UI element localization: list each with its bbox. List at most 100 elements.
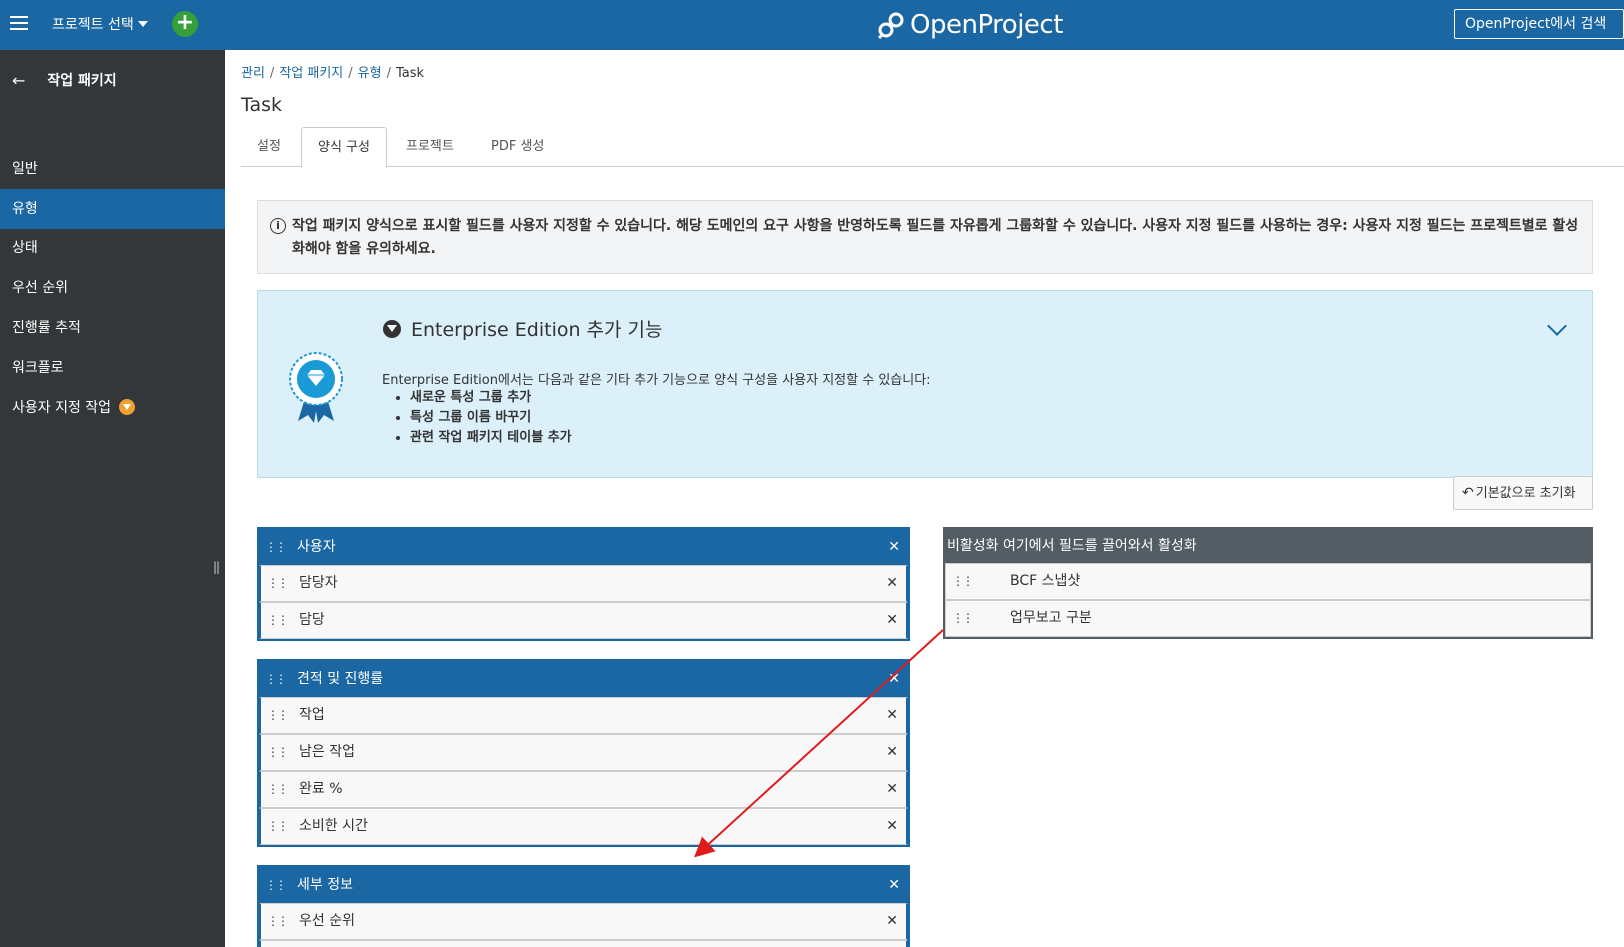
attribute-row[interactable]: ⋮⋮ 남은 작업 ✕ <box>259 734 908 771</box>
remove-attribute-icon[interactable]: ✕ <box>886 904 898 939</box>
list-item: 특성 그룹 이름 바꾸기 <box>410 408 572 428</box>
breadcrumb-link-work-packages[interactable]: 작업 패키지 <box>279 66 343 81</box>
inactive-attribute-row[interactable]: ⋮⋮ BCF 스냅샷 <box>945 563 1591 600</box>
enterprise-banner: Enterprise Edition 추가 기능 Enterprise Edit… <box>257 290 1593 478</box>
add-button[interactable]: + <box>172 11 198 37</box>
tab-projects[interactable]: 프로젝트 <box>390 127 470 167</box>
gem-icon <box>383 319 401 338</box>
reset-to-default-button[interactable]: ↶ 기본값으로 초기화 <box>1453 476 1593 510</box>
attribute-row[interactable]: ⋮⋮ 담당 ✕ <box>259 602 908 639</box>
attribute-row[interactable]: ⋮⋮ 완료 % ✕ <box>259 771 908 808</box>
reset-button-label: 기본값으로 초기화 <box>1475 486 1576 501</box>
drag-handle-icon[interactable]: ⋮⋮ <box>267 772 289 807</box>
remove-attribute-icon[interactable]: ✕ <box>886 603 898 638</box>
tab-pdf-generation[interactable]: PDF 생성 <box>475 127 560 167</box>
enterprise-badge-icon <box>119 399 136 415</box>
project-select[interactable]: 프로젝트 선택 <box>52 14 148 34</box>
page-title: Task <box>241 94 283 116</box>
breadcrumb-link-types[interactable]: 유형 <box>358 66 382 81</box>
drag-handle-icon[interactable]: ⋮⋮ <box>267 603 289 638</box>
sidebar-item-status[interactable]: 상태 <box>0 228 225 268</box>
drag-handle-icon[interactable]: ⋮⋮ <box>267 904 289 939</box>
top-bar: 프로젝트 선택 + OpenProject OpenProject에서 검색 <box>0 0 1624 50</box>
drag-handle-icon[interactable]: ⋮⋮ <box>952 601 974 636</box>
attribute-label: 완료 % <box>299 781 343 797</box>
remove-attribute-icon[interactable]: ✕ <box>886 772 898 807</box>
attribute-group-estimates[interactable]: ⋮⋮ 견적 및 진행률 ✕ ⋮⋮ 작업 ✕ ⋮⋮ 남은 작업 ✕ ⋮⋮ 완료 % ✕ ⋮⋮ 소… <box>257 659 910 847</box>
inactive-attributes-panel[interactable]: 비활성화 여기에서 필드를 끌어와서 활성화 ⋮⋮ BCF 스냅샷 ⋮⋮ 업무보고 … <box>943 527 1593 639</box>
logo-text: OpenProject <box>910 10 1063 40</box>
project-select-label: 프로젝트 선택 <box>52 17 134 33</box>
list-item: 관련 작업 패키지 테이블 추가 <box>410 428 572 448</box>
drag-handle-icon[interactable]: ⋮⋮ <box>267 698 289 733</box>
enterprise-feature-list: 새로운 특성 그룹 추가 특성 그룹 이름 바꾸기 관련 작업 패키지 테이블 … <box>410 388 572 448</box>
attribute-row[interactable]: ⋮⋮ 우선 순위 ✕ <box>259 903 908 940</box>
attribute-label: BCF 스냅샷 <box>1010 573 1081 589</box>
drag-handle-icon[interactable]: ⋮⋮ <box>265 867 287 903</box>
remove-attribute-icon[interactable]: ✕ <box>886 735 898 770</box>
sidebar-back-link[interactable]: ← 작업 패키지 <box>12 70 117 90</box>
sidebar-item-label: 사용자 지정 작업 <box>12 400 112 416</box>
sidebar-resize-handle[interactable]: || <box>213 560 220 574</box>
attribute-row[interactable]: ⋮⋮ 작업 ✕ <box>259 697 908 734</box>
global-search-button[interactable]: OpenProject에서 검색 <box>1454 9 1624 39</box>
sidebar-item-priority[interactable]: 우선 순위 <box>0 268 225 308</box>
inactive-attribute-row[interactable]: ⋮⋮ 업무보고 구분 <box>945 600 1591 637</box>
attribute-group-details[interactable]: ⋮⋮ 세부 정보 ✕ ⋮⋮ 우선 순위 ✕ <box>257 865 910 947</box>
sidebar: ← 작업 패키지 일반 유형 상태 우선 순위 진행률 추적 워크플로 사용자 … <box>0 50 225 947</box>
group-title: 견적 및 진행률 <box>297 671 384 687</box>
arrow-left-icon: ← <box>12 70 26 90</box>
info-icon: i <box>270 218 286 234</box>
sidebar-item-custom-actions[interactable]: 사용자 지정 작업 <box>0 388 225 428</box>
drag-handle-icon[interactable]: ⋮⋮ <box>267 809 289 844</box>
attribute-row[interactable]: ⋮⋮ 소비한 시간 ✕ <box>259 808 908 845</box>
attribute-row[interactable] <box>259 940 908 947</box>
attribute-label: 남은 작업 <box>299 744 355 760</box>
attribute-label: 우선 순위 <box>299 913 355 929</box>
drag-handle-icon[interactable]: ⋮⋮ <box>267 566 289 601</box>
attribute-group-people[interactable]: ⋮⋮ 사용자 ✕ ⋮⋮ 담당자 ✕ ⋮⋮ 담당 ✕ <box>257 527 910 641</box>
drag-handle-icon[interactable]: ⋮⋮ <box>267 735 289 770</box>
enterprise-title: Enterprise Edition 추가 기능 <box>383 315 663 342</box>
drag-handle-icon[interactable]: ⋮⋮ <box>265 529 287 565</box>
hamburger-menu-icon[interactable] <box>10 12 28 36</box>
attribute-label: 업무보고 구분 <box>1010 610 1092 626</box>
info-notice: i 작업 패키지 양식으로 표시할 필드를 사용자 지정할 수 있습니다. 해당… <box>257 200 1593 274</box>
caret-down-icon <box>137 21 148 27</box>
tab-bar: 설정 양식 구성 프로젝트 PDF 생성 <box>241 127 1624 168</box>
group-title: 세부 정보 <box>297 877 353 893</box>
sidebar-item-types[interactable]: 유형 <box>0 189 225 229</box>
sidebar-back-title: 작업 패키지 <box>47 73 117 89</box>
attribute-label: 소비한 시간 <box>299 818 368 834</box>
attribute-label: 작업 <box>299 707 325 723</box>
sidebar-item-progress[interactable]: 진행률 추적 <box>0 308 225 348</box>
logo-icon <box>877 12 904 40</box>
sidebar-item-workflow[interactable]: 워크플로 <box>0 348 225 388</box>
attribute-row[interactable]: ⋮⋮ 담당자 ✕ <box>259 565 908 602</box>
group-title: 사용자 <box>297 539 336 555</box>
remove-group-icon[interactable]: ✕ <box>888 529 900 565</box>
remove-group-icon[interactable]: ✕ <box>888 867 900 903</box>
attribute-label: 담당자 <box>299 575 338 591</box>
chevron-down-icon[interactable] <box>1547 316 1567 336</box>
breadcrumb-link-admin[interactable]: 관리 <box>241 66 265 81</box>
enterprise-description: Enterprise Edition에서는 다음과 같은 기타 추가 기능으로 … <box>382 373 931 388</box>
sidebar-item-general[interactable]: 일반 <box>0 149 225 189</box>
drag-handle-icon[interactable]: ⋮⋮ <box>952 564 974 599</box>
breadcrumb: 관리 / 작업 패키지 / 유형 / Task <box>241 66 425 81</box>
remove-group-icon[interactable]: ✕ <box>888 661 900 697</box>
info-text: 작업 패키지 양식으로 표시할 필드를 사용자 지정할 수 있습니다. 해당 도… <box>292 218 1579 257</box>
inactive-panel-title: 비활성화 여기에서 필드를 끌어와서 활성화 <box>947 538 1197 554</box>
breadcrumb-current: Task <box>395 66 425 81</box>
group-header: ⋮⋮ 견적 및 진행률 ✕ <box>259 661 908 697</box>
drag-handle-icon[interactable]: ⋮⋮ <box>265 661 287 697</box>
list-item: 새로운 특성 그룹 추가 <box>410 388 572 408</box>
enterprise-title-text: Enterprise Edition 추가 기능 <box>411 319 663 341</box>
group-header: ⋮⋮ 사용자 ✕ <box>259 529 908 565</box>
remove-attribute-icon[interactable]: ✕ <box>886 809 898 844</box>
openproject-logo[interactable]: OpenProject <box>876 6 1063 44</box>
remove-attribute-icon[interactable]: ✕ <box>886 566 898 601</box>
tab-settings[interactable]: 설정 <box>241 127 297 167</box>
tab-form-configuration[interactable]: 양식 구성 <box>301 127 387 168</box>
remove-attribute-icon[interactable]: ✕ <box>886 698 898 733</box>
